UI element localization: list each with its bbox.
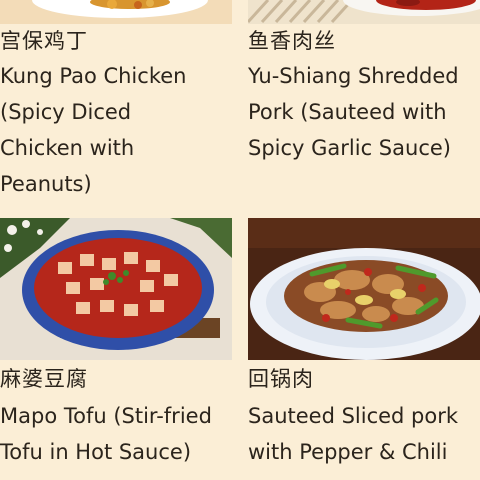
dish-name-en-line: Yu-Shiang Shredded [248, 64, 459, 88]
dish-name-en-line: Tofu in Hot Sauce) [0, 440, 192, 464]
dish-photo-sauteed-sliced-pork[interactable] [248, 218, 480, 360]
dish-name-en-line: Peanuts) [0, 172, 92, 196]
dish-name-zh: 鱼香肉丝 [248, 29, 336, 53]
dish-photo-kung-pao-chicken[interactable] [0, 0, 232, 24]
dish-name-zh: 回锅肉 [248, 367, 314, 391]
dish-name-en-line: with Pepper & Chili [248, 440, 448, 464]
dish-photo-mapo-tofu[interactable] [0, 218, 232, 360]
dish-name-zh: 宫保鸡丁 [0, 29, 88, 53]
dish-name-en-line: (Spicy Diced [0, 100, 132, 124]
dish-name-en-line: Chicken with [0, 136, 135, 160]
dish-name-en-line: Mapo Tofu (Stir-fried [0, 404, 212, 428]
dish-name-en-line: Kung Pao Chicken [0, 64, 187, 88]
dish-name-en-line: Sauteed Sliced pork [248, 404, 459, 428]
dish-name-zh: 麻婆豆腐 [0, 367, 88, 391]
menu-page: 宫保鸡丁 Kung Pao Chicken (Spicy Diced Chick… [0, 0, 480, 480]
dish-photo-yu-shiang-pork[interactable] [248, 0, 480, 24]
dish-name-en-line: Pork (Sauteed with [248, 100, 447, 124]
dish-name-en-line: Spicy Garlic Sauce) [248, 136, 451, 160]
